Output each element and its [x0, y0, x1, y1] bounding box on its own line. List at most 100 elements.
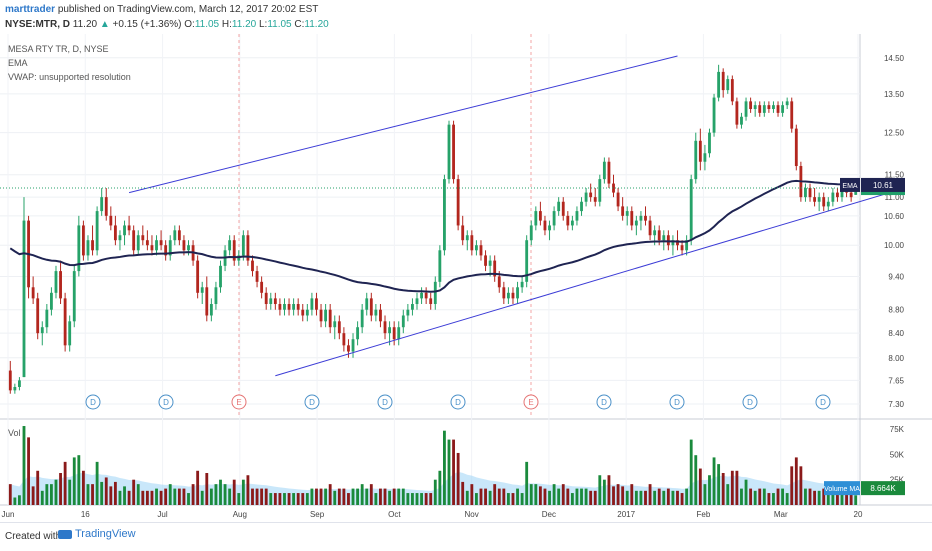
- legend-vwap[interactable]: VWAP: unsupported resolution: [8, 72, 131, 82]
- volume-bar: [680, 493, 684, 505]
- candle-body: [721, 71, 725, 91]
- candle-body: [379, 309, 382, 322]
- volume-bar: [689, 439, 693, 505]
- volume-bar: [164, 488, 168, 505]
- volume-bar: [397, 488, 401, 505]
- candle-body: [662, 235, 666, 241]
- tradingview-brand[interactable]: TradingView: [58, 528, 136, 540]
- candle-body: [8, 370, 12, 391]
- volume-bar: [520, 493, 524, 505]
- candle-body: [136, 235, 140, 251]
- volume-bar: [552, 484, 556, 505]
- legend-title: MESA RTY TR, D, NYSE: [8, 44, 109, 54]
- volume-bar: [634, 490, 638, 505]
- candle-body: [570, 220, 574, 226]
- volume-bar: [406, 493, 410, 505]
- candle-body: [374, 309, 378, 316]
- candle-body: [758, 105, 762, 113]
- candle-body: [68, 321, 72, 346]
- volume-bar: [113, 481, 117, 505]
- volume-bar: [278, 493, 282, 505]
- candle-body: [543, 220, 547, 231]
- footer: Created with TradingView: [0, 522, 932, 551]
- candle-body: [653, 230, 657, 236]
- event-marker-label: D: [455, 398, 461, 407]
- candle-body: [548, 225, 551, 231]
- candle-body: [433, 281, 437, 305]
- candle-body: [315, 298, 318, 310]
- volume-bar: [269, 493, 273, 505]
- candle-body: [822, 197, 826, 207]
- volume-bar: [104, 477, 108, 505]
- volume-bar: [749, 488, 753, 505]
- candle-body: [484, 255, 487, 266]
- volume-bar: [762, 488, 766, 505]
- volume-bar: [506, 493, 510, 505]
- candle-body: [219, 265, 222, 288]
- volume-legend: Vol: [8, 428, 21, 438]
- volume-bar: [369, 484, 373, 505]
- volume-bar: [228, 488, 232, 505]
- volume-bar: [337, 488, 341, 505]
- volume-bar: [662, 490, 666, 505]
- candle-body: [584, 192, 588, 202]
- candle-body: [145, 240, 149, 246]
- volume-bar: [287, 493, 291, 505]
- price-tick-label: 14.50: [884, 54, 905, 63]
- volume-bar: [219, 479, 222, 505]
- candle-body: [625, 211, 629, 216]
- volume-bar: [589, 490, 593, 505]
- candle-body: [794, 128, 798, 167]
- volume-bar: [264, 488, 268, 505]
- volume-bar: [365, 488, 369, 505]
- volume-bar: [251, 488, 254, 505]
- candle-body: [228, 240, 232, 251]
- candle-body: [356, 327, 360, 340]
- time-tick-label: Aug: [233, 510, 247, 519]
- volume-bar: [360, 484, 364, 505]
- volume-bar: [241, 479, 245, 505]
- candle-body: [474, 245, 478, 251]
- volume-bar: [411, 493, 414, 505]
- candle-body: [817, 197, 821, 202]
- volume-bar: [159, 490, 163, 505]
- candle-body: [209, 304, 213, 316]
- volume-bar: [671, 490, 675, 505]
- candle-body: [566, 215, 570, 226]
- volume-bar: [36, 470, 40, 505]
- candle-body: [488, 260, 492, 266]
- volume-bar: [342, 488, 346, 505]
- volume-bar: [13, 497, 17, 505]
- candle-body: [159, 240, 163, 246]
- volume-bar: [657, 488, 661, 505]
- candle-body: [305, 309, 309, 316]
- volume-bar: [187, 493, 190, 505]
- time-tick-label: Dec: [542, 510, 556, 519]
- volume-bar: [205, 473, 209, 505]
- candle-body: [698, 140, 702, 162]
- candle-body: [187, 245, 190, 251]
- candle-body: [456, 179, 460, 226]
- candle-body: [347, 345, 350, 352]
- candle-body: [411, 304, 414, 310]
- candle-body: [826, 201, 830, 207]
- volume-bar: [141, 490, 145, 505]
- time-tick-label: Mar: [774, 510, 788, 519]
- volume-bar: [484, 488, 487, 505]
- volume-bar: [799, 466, 803, 505]
- legend-ema[interactable]: EMA: [8, 58, 28, 68]
- candle-body: [251, 260, 254, 272]
- candle-body: [292, 304, 296, 310]
- volume-bar: [776, 488, 780, 505]
- price-chart[interactable]: DDEDDDEDDDD 14.5013.5012.5011.5011.0010.…: [0, 0, 932, 522]
- event-marker-label: D: [90, 398, 96, 407]
- volume-bar: [200, 490, 204, 505]
- volume-bar: [145, 490, 149, 505]
- volume-bar: [49, 484, 53, 505]
- candle-body: [173, 230, 177, 241]
- volume-bar: [644, 490, 647, 505]
- volume-bar: [273, 493, 277, 505]
- candle-body: [479, 245, 483, 256]
- candle-body: [502, 287, 506, 299]
- volume-bar: [685, 488, 689, 505]
